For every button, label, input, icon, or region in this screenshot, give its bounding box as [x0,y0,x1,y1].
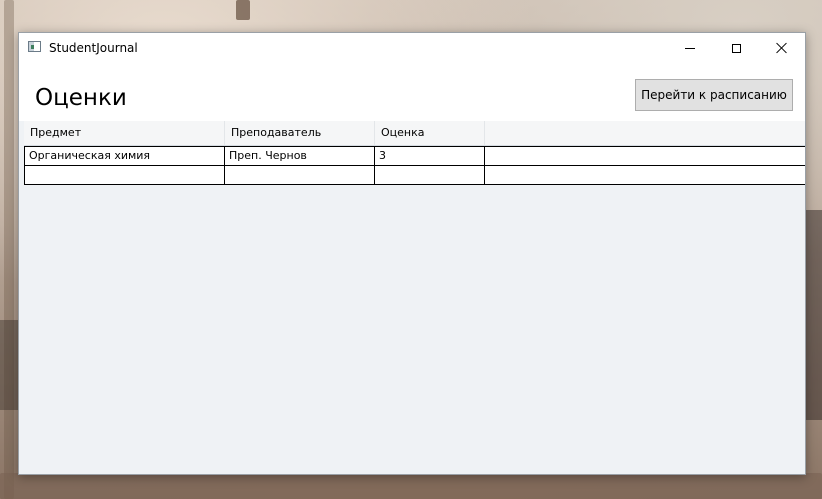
minimize-icon [685,47,695,49]
cell-filler [485,166,805,184]
cell-grade[interactable] [375,166,485,184]
table-new-row[interactable] [24,166,805,185]
background-tree-trunk [4,0,14,499]
background-ground [0,473,822,499]
title-bar[interactable]: StudentJournal [19,33,805,63]
background-tree-trunk [236,0,250,20]
go-to-schedule-button[interactable]: Перейти к расписанию [635,79,793,111]
column-header-filler [485,121,805,145]
cell-subject[interactable] [24,166,225,184]
close-button[interactable] [759,33,805,63]
grades-table: Предмет Преподаватель Оценка Органическа… [24,121,805,185]
page-title: Оценки [35,85,127,111]
background-fence [804,210,822,420]
window-title: StudentJournal [49,41,138,55]
cell-subject[interactable]: Органическая химия [24,147,225,165]
column-header-subject[interactable]: Предмет [24,121,225,145]
table-header: Предмет Преподаватель Оценка [24,121,805,146]
background-fence [0,320,18,410]
app-window-icon [28,41,41,52]
cell-grade[interactable]: 3 [375,147,485,165]
maximize-button[interactable] [713,33,759,63]
maximize-icon [731,43,741,53]
column-header-teacher[interactable]: Преподаватель [225,121,375,145]
cell-filler [485,147,805,165]
column-header-grade[interactable]: Оценка [375,121,485,145]
app-window: StudentJournal Оценки Перейти к расписан… [18,32,806,475]
close-icon [776,42,788,54]
table-row[interactable]: Органическая химия Преп. Чернов 3 [24,146,805,166]
page-header: Оценки Перейти к расписанию [19,63,805,121]
cell-teacher[interactable] [225,166,375,184]
minimize-button[interactable] [667,33,713,63]
cell-teacher[interactable]: Преп. Чернов [225,147,375,165]
